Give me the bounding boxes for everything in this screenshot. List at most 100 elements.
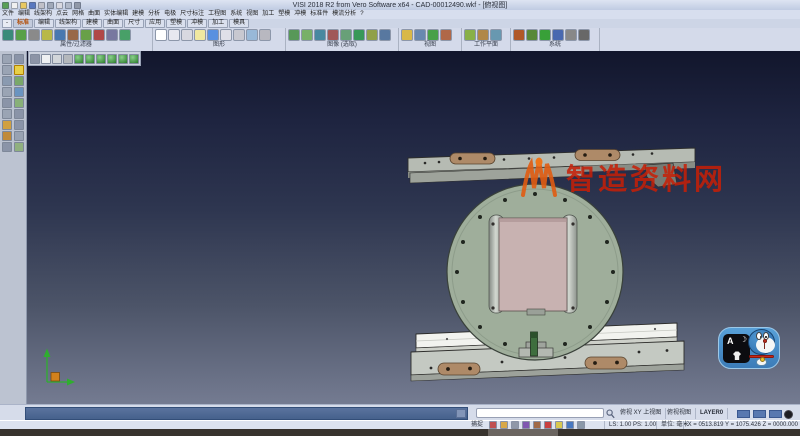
model-center-insert[interactable] [489,215,577,315]
model-top-rail[interactable] [408,148,695,187]
snap-toggle-icon[interactable] [489,421,497,429]
side-tool-icon[interactable] [14,98,24,108]
side-tool-icon[interactable] [14,76,24,86]
refresh-icon[interactable] [566,421,574,429]
prompt-scroll-button[interactable] [456,409,466,418]
tool-icon[interactable] [539,29,551,41]
snap-toggle-icon[interactable] [555,421,563,429]
tool-icon[interactable] [526,29,538,41]
menu-solid-edit[interactable]: 实体编辑 [102,10,130,19]
tool-icon[interactable] [233,29,245,41]
sticker-widget[interactable]: A ☽ [718,327,780,369]
tool-icon[interactable] [565,29,577,41]
tool-icon[interactable] [207,29,219,41]
tool-icon[interactable] [578,29,590,41]
tool-icon[interactable] [155,29,167,41]
tool-icon[interactable] [246,29,258,41]
tool-icon[interactable] [119,29,131,41]
workplane-indicator[interactable]: 俯视 XY 上视图 [616,408,666,419]
tool-icon[interactable] [314,29,326,41]
tool-icon[interactable] [67,29,79,41]
tab-application[interactable]: 应用 [145,19,165,28]
grid-snap-icon[interactable] [577,421,585,429]
side-tool-icon-active[interactable] [14,65,24,75]
tab-machining[interactable]: 加工 [208,19,228,28]
tool-icon[interactable] [427,29,439,41]
side-tool-icon[interactable] [14,54,24,64]
tool-icon[interactable] [220,29,232,41]
tab-wireframe[interactable]: 线架构 [55,19,81,28]
tool-icon[interactable] [2,29,14,41]
tool-icon[interactable] [80,29,92,41]
menu-analysis[interactable]: 分析 [146,10,162,19]
tab-mould[interactable]: 塑模 [166,19,186,28]
tool-icon[interactable] [93,29,105,41]
collapse-toolbar-button[interactable]: - [2,19,12,28]
menu-edit[interactable]: 编辑 [16,10,32,19]
tool-icon[interactable] [379,29,391,41]
layer-indicator[interactable]: LAYER0 [696,408,728,419]
tab-modeling[interactable]: 建模 [82,19,102,28]
tool-icon[interactable] [41,29,53,41]
tab-surface[interactable]: 曲面 [103,19,123,28]
tab-standard[interactable]: 标准 [13,19,33,28]
search-icon[interactable] [606,409,615,419]
tool-icon[interactable] [401,29,413,41]
tool-icon[interactable] [106,29,118,41]
tool-icon[interactable] [194,29,206,41]
model-canvas[interactable] [27,51,800,404]
menu-die[interactable]: 冲模 [292,10,308,19]
tool-icon[interactable] [477,29,489,41]
menu-view[interactable]: 视图 [244,10,260,19]
side-tool-icon[interactable] [14,142,24,152]
tab-die[interactable]: 冲模 [187,19,207,28]
menu-dimension[interactable]: 尺寸标注 [178,10,206,19]
side-tool-icon[interactable] [2,131,12,141]
view-indicator[interactable]: 俯视视图 [663,408,696,419]
tab-dimension[interactable]: 尺寸 [124,19,144,28]
layer-color-chip[interactable] [753,410,766,418]
tool-icon[interactable] [513,29,525,41]
tool-icon[interactable] [259,29,271,41]
tool-icon[interactable] [288,29,300,41]
snap-toggle-icon[interactable] [533,421,541,429]
layer-color-chip[interactable] [769,410,782,418]
tool-icon[interactable] [15,29,27,41]
side-tool-icon[interactable] [2,76,12,86]
menu-mould[interactable]: 塑模 [276,10,292,19]
search-input[interactable] [476,408,604,418]
snap-toggle-icon[interactable] [544,421,552,429]
side-tool-icon[interactable] [2,65,12,75]
menu-surface[interactable]: 曲面 [86,10,102,19]
menu-drawing[interactable]: 工程图 [206,10,228,19]
tool-icon[interactable] [353,29,365,41]
menu-system[interactable]: 系统 [228,10,244,19]
background-color-button[interactable] [784,410,793,419]
side-tool-icon[interactable] [2,109,12,119]
tool-icon[interactable] [490,29,502,41]
tool-icon[interactable] [464,29,476,41]
snap-toggle-icon[interactable] [522,421,530,429]
menu-file[interactable]: 文件 [0,10,16,19]
tool-icon[interactable] [340,29,352,41]
menu-pointcloud[interactable]: 点云 [54,10,70,19]
tool-icon[interactable] [366,29,378,41]
side-tool-icon[interactable] [14,131,24,141]
snap-toggle-icon[interactable] [511,421,519,429]
menu-modeling[interactable]: 建模 [130,10,146,19]
layer-color-chip[interactable] [737,410,750,418]
side-tool-icon[interactable] [2,87,12,97]
side-tool-icon[interactable] [2,120,12,130]
tool-icon[interactable] [327,29,339,41]
tool-icon[interactable] [28,29,40,41]
menu-help[interactable]: ? [358,10,365,19]
menu-machining[interactable]: 加工 [260,10,276,19]
tool-icon[interactable] [54,29,66,41]
tool-icon[interactable] [414,29,426,41]
menu-flow-analysis[interactable]: 模流分析 [330,10,358,19]
menu-wireframe[interactable]: 线架构 [32,10,54,19]
side-tool-icon[interactable] [2,54,12,64]
side-tool-icon[interactable] [14,120,24,130]
tool-icon[interactable] [168,29,180,41]
taskbar-button[interactable] [488,429,558,436]
